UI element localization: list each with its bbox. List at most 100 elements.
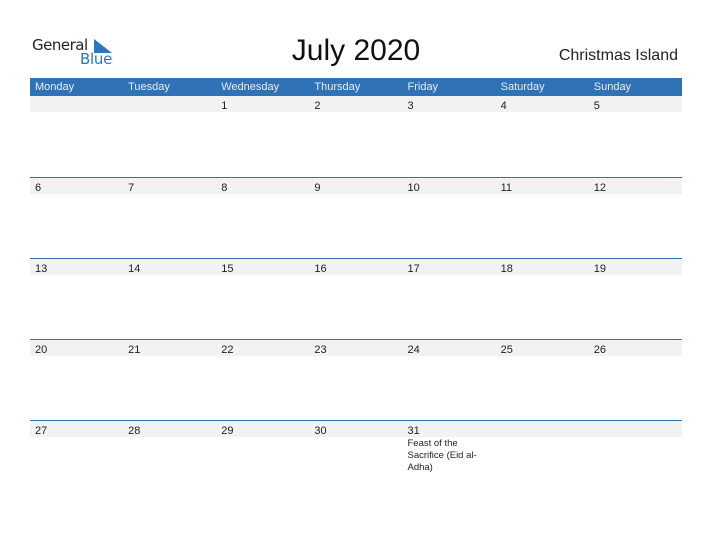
event-cell [30, 437, 123, 474]
day-number: 11 [500, 182, 513, 194]
day-number: 19 [593, 263, 606, 275]
day-number: 31 [407, 425, 420, 437]
weekday-thursday: Thursday [314, 81, 361, 93]
day-cell: 4 [496, 96, 589, 112]
date-strip: 1 2 3 4 5 [30, 96, 682, 112]
day-number: 8 [221, 182, 228, 194]
weekday-saturday: Saturday [500, 81, 545, 93]
event-cell [123, 437, 216, 474]
events-row [30, 356, 682, 357]
day-cell: 26 [589, 340, 682, 356]
day-cell [123, 96, 216, 112]
event-cell: Feast of the Sacrifice (Eid al-Adha) [403, 437, 496, 474]
day-number: 13 [35, 263, 48, 275]
day-cell: 8 [216, 178, 309, 194]
day-number: 4 [500, 100, 507, 112]
day-number: 28 [128, 425, 141, 437]
event-cell [30, 356, 123, 357]
holiday-event [594, 112, 664, 113]
day-number: 2 [314, 100, 321, 112]
event-cell [216, 437, 309, 474]
event-cell [309, 112, 402, 113]
event-cell [403, 275, 496, 276]
day-number: 14 [128, 263, 141, 275]
holiday-event [594, 194, 664, 195]
day-cell [589, 421, 682, 437]
holiday-event [35, 194, 105, 195]
holiday-event [594, 356, 664, 357]
region-label: Christmas Island [558, 47, 678, 64]
day-cell: 29 [216, 421, 309, 437]
day-number: 10 [407, 182, 420, 194]
event-cell [496, 112, 589, 113]
day-cell: 7 [123, 178, 216, 194]
day-cell: 22 [216, 340, 309, 356]
holiday-event [314, 437, 384, 438]
weekday-wednesday: Wednesday [221, 81, 280, 93]
date-strip: 20 21 22 23 24 25 26 [30, 340, 682, 356]
week-row: 13 14 15 16 17 18 19 [30, 258, 682, 339]
event-cell [123, 356, 216, 357]
day-cell: 9 [309, 178, 402, 194]
holiday-event [594, 275, 664, 276]
holiday-event [408, 275, 478, 276]
holiday-event [128, 437, 198, 438]
weekday-sunday: Sunday [593, 81, 632, 93]
holiday-event [408, 356, 478, 357]
week-row: 20 21 22 23 24 25 26 [30, 339, 682, 420]
day-cell: 12 [589, 178, 682, 194]
day-cell: 23 [309, 340, 402, 356]
holiday-event [35, 356, 105, 357]
weekday-friday: Friday [407, 81, 439, 93]
holiday-event: Feast of the Sacrifice (Eid al-Adha) [407, 438, 477, 473]
day-cell: 20 [30, 340, 123, 356]
events-row [30, 194, 682, 195]
event-cell [216, 275, 309, 276]
event-cell [309, 275, 402, 276]
event-cell [589, 437, 682, 474]
day-cell: 24 [403, 340, 496, 356]
holiday-event [128, 356, 198, 357]
holiday-event [35, 112, 105, 113]
day-cell: 6 [30, 178, 123, 194]
holiday-event [501, 194, 571, 195]
event-cell [309, 356, 402, 357]
holiday-event [128, 112, 198, 113]
event-cell [496, 437, 589, 474]
day-number: 29 [221, 425, 234, 437]
holiday-event [35, 275, 105, 276]
event-cell [589, 112, 682, 113]
event-cell [123, 112, 216, 113]
events-row [30, 275, 682, 276]
day-number: 27 [35, 425, 48, 437]
day-cell: 10 [403, 178, 496, 194]
events-row: Feast of the Sacrifice (Eid al-Adha) [30, 437, 682, 474]
day-cell: 11 [496, 178, 589, 194]
holiday-event [501, 437, 571, 438]
holiday-event [35, 437, 105, 438]
weekday-header: Monday Tuesday Wednesday Thursday Friday… [30, 78, 682, 96]
day-number: 26 [593, 344, 606, 356]
day-cell [496, 421, 589, 437]
event-cell [216, 194, 309, 195]
day-number: 5 [593, 100, 600, 112]
holiday-event [408, 194, 478, 195]
holiday-event [314, 194, 384, 195]
day-cell: 5 [589, 96, 682, 112]
day-cell: 30 [309, 421, 402, 437]
day-cell: 3 [403, 96, 496, 112]
day-cell: 14 [123, 259, 216, 275]
day-number: 24 [407, 344, 420, 356]
event-cell [216, 112, 309, 113]
holiday-event [501, 356, 571, 357]
event-cell [589, 194, 682, 195]
day-number: 6 [35, 182, 42, 194]
day-cell: 27 [30, 421, 123, 437]
holiday-event [128, 194, 198, 195]
event-cell [123, 194, 216, 195]
day-number: 23 [314, 344, 327, 356]
holiday-event [501, 112, 571, 113]
event-cell [403, 356, 496, 357]
day-cell: 16 [309, 259, 402, 275]
day-cell: 21 [123, 340, 216, 356]
